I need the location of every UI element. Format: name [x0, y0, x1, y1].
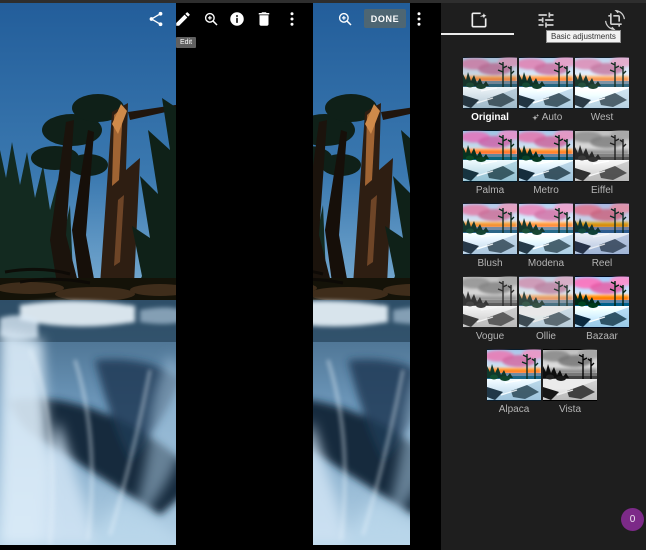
filter-option-eiffel[interactable]: Eiffel	[575, 130, 629, 196]
filter-thumbnail	[463, 57, 517, 109]
edits-count-badge[interactable]: 0	[621, 508, 644, 531]
filter-label: Reel	[591, 258, 613, 269]
info-icon[interactable]	[228, 10, 246, 28]
auto-sparkle-icon	[530, 113, 540, 123]
more-options-icon[interactable]	[410, 10, 428, 28]
filter-label: Auto	[519, 112, 573, 123]
viewer-letterbox	[176, 0, 313, 550]
done-button[interactable]: DONE	[364, 9, 406, 28]
filter-label: Bazaar	[586, 331, 618, 342]
filter-option-metro[interactable]: Metro	[519, 130, 573, 196]
filter-thumbnail	[543, 349, 597, 401]
filter-thumbnail	[575, 276, 629, 328]
filter-option-modena[interactable]: Modena	[519, 203, 573, 269]
filter-thumbnail	[463, 203, 517, 255]
filter-option-bazaar[interactable]: Bazaar	[575, 276, 629, 342]
filter-option-blush[interactable]: Blush	[463, 203, 517, 269]
zoom-in-icon[interactable]	[202, 10, 220, 28]
filter-label: Metro	[533, 185, 559, 196]
filter-option-ollie[interactable]: Ollie	[519, 276, 573, 342]
editor-photo-canvas[interactable]	[313, 0, 410, 545]
filter-thumbnail	[575, 130, 629, 182]
filter-option-auto[interactable]: Auto	[519, 57, 573, 123]
share-icon[interactable]	[147, 10, 165, 28]
more-options-icon[interactable]	[283, 10, 301, 28]
window-top-edge	[0, 0, 646, 3]
zoom-in-icon[interactable]	[336, 10, 354, 28]
filter-option-vista[interactable]: Vista	[543, 349, 597, 415]
filter-thumbnail	[519, 203, 573, 255]
filter-label: Vista	[558, 404, 582, 415]
filter-label: Vogue	[475, 331, 505, 342]
editor-letterbox	[410, 0, 441, 550]
filter-thumbnail	[519, 130, 573, 182]
tab-filters[interactable]	[469, 10, 489, 30]
filter-label: Blush	[477, 258, 503, 269]
filter-thumbnail	[487, 349, 541, 401]
photo-viewer-canvas[interactable]	[0, 0, 176, 545]
filter-option-alpaca[interactable]: Alpaca	[487, 349, 541, 415]
filter-thumbnail	[575, 203, 629, 255]
filter-option-original[interactable]: Original	[463, 57, 517, 123]
filter-thumbnail	[463, 276, 517, 328]
tab-crop-rotate[interactable]	[605, 10, 625, 30]
filter-label: Alpaca	[498, 404, 530, 415]
filter-thumbnail	[519, 57, 573, 109]
basic-adjustments-tooltip: Basic adjustments	[546, 30, 621, 43]
filter-thumbnail	[575, 57, 629, 109]
filter-option-reel[interactable]: Reel	[575, 203, 629, 269]
filters-panel: Basic adjustments Original Auto West Pal…	[441, 0, 646, 550]
photo-editor-screen: Edit DONE Basic adjustments Original Aut…	[0, 0, 646, 550]
waterfall-photo	[0, 0, 176, 545]
delete-icon[interactable]	[255, 10, 273, 28]
waterfall-photo	[313, 0, 410, 545]
filter-label: Palma	[475, 185, 505, 196]
selected-tab-indicator	[441, 33, 514, 35]
bottom-letterbox	[0, 545, 441, 550]
edit-icon[interactable]	[174, 10, 192, 28]
filter-label: Eiffel	[590, 185, 614, 196]
filter-option-vogue[interactable]: Vogue	[463, 276, 517, 342]
filter-label: West	[590, 112, 614, 123]
filter-option-palma[interactable]: Palma	[463, 130, 517, 196]
filter-option-west[interactable]: West	[575, 57, 629, 123]
filter-label: Original	[471, 112, 509, 123]
filter-label: Ollie	[535, 331, 556, 342]
edit-tooltip: Edit	[176, 37, 197, 48]
filter-label: Modena	[527, 258, 565, 269]
filter-thumbnail	[463, 130, 517, 182]
filter-thumbnail	[519, 276, 573, 328]
tab-basic-adjustments[interactable]	[536, 10, 556, 30]
